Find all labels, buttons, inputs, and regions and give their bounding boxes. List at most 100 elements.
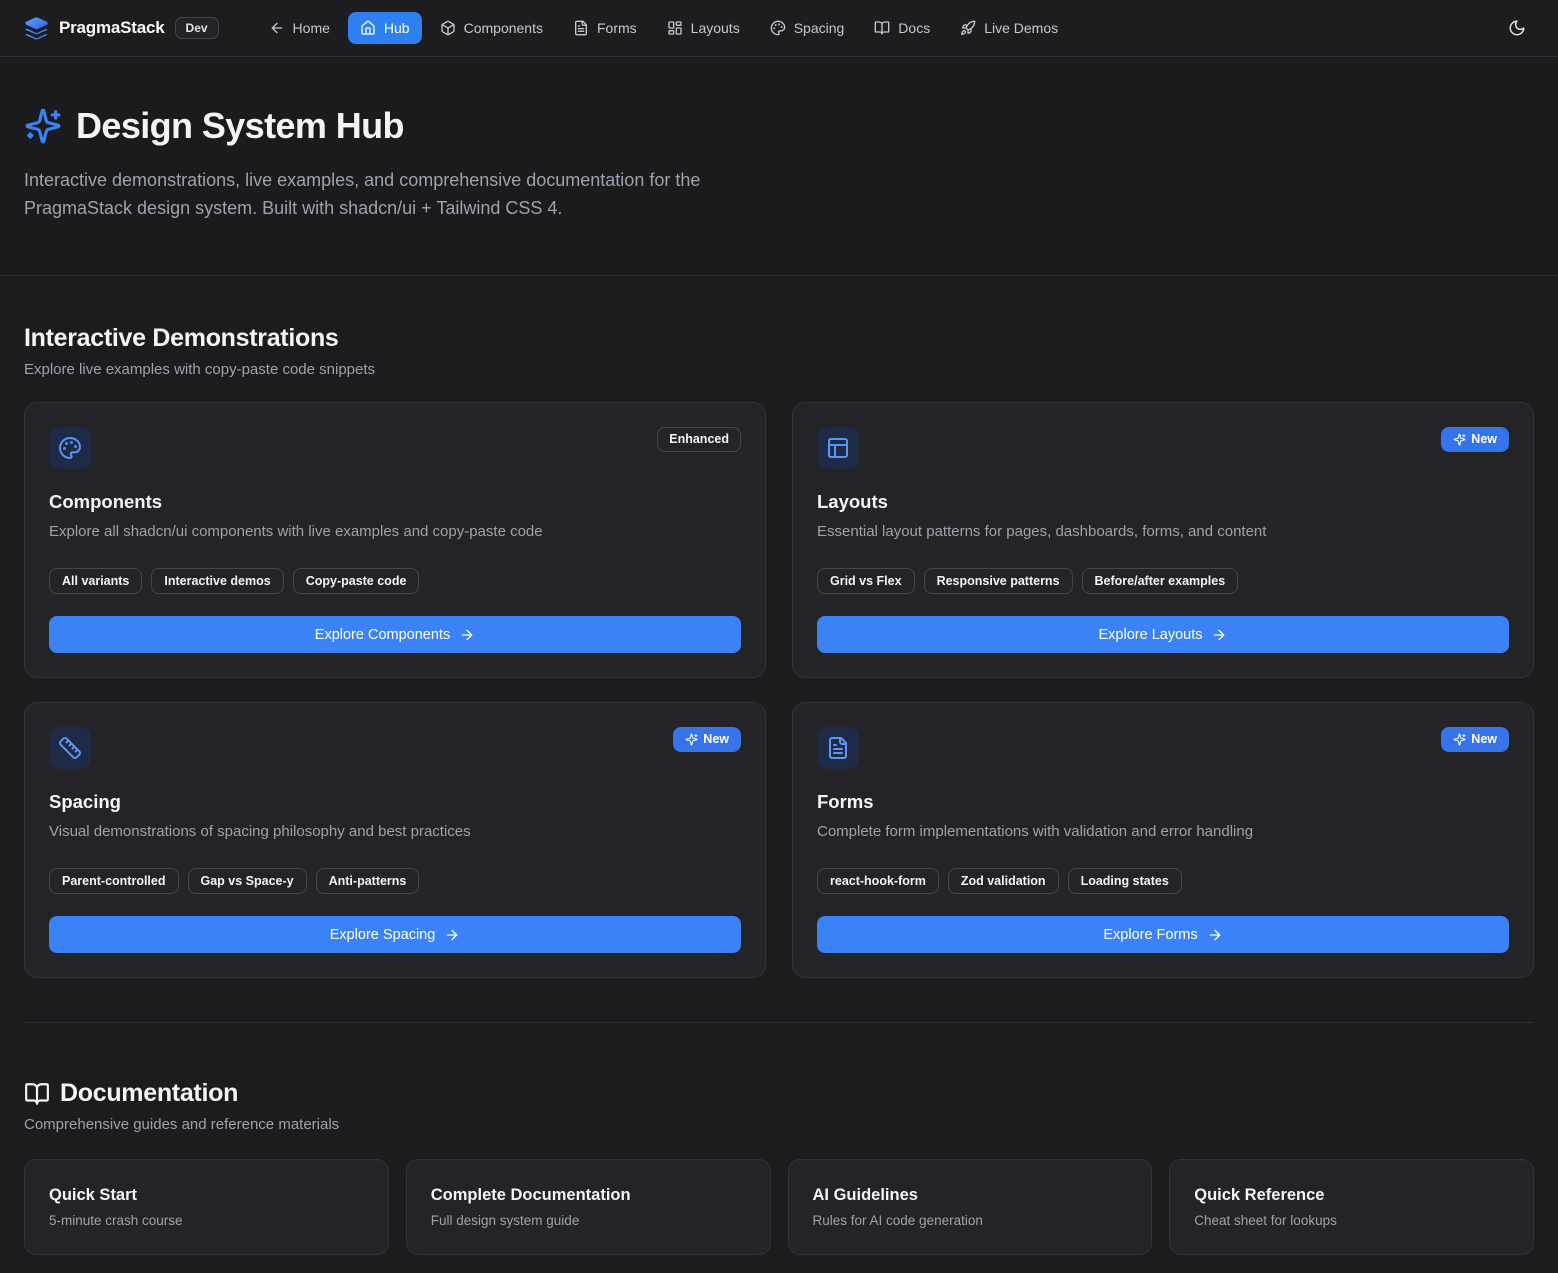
card-tags: Grid vs Flex Responsive patterns Before/… (817, 568, 1509, 594)
demo-card-grid: Enhanced Components Explore all shadcn/u… (24, 402, 1534, 979)
doc-card-description: 5-minute crash course (49, 1213, 364, 1228)
tag: Before/after examples (1082, 568, 1239, 594)
card-description: Visual demonstrations of spacing philoso… (49, 821, 741, 842)
arrow-left-icon (269, 20, 285, 36)
badge-label: New (703, 732, 729, 747)
doc-card-title: Quick Start (49, 1186, 364, 1205)
demos-subheading: Explore live examples with copy-paste co… (24, 361, 1534, 378)
nav-item-docs[interactable]: Docs (862, 12, 942, 44)
explore-forms-button[interactable]: Explore Forms (817, 916, 1509, 953)
cta-label: Explore Forms (1103, 927, 1197, 943)
docs-section: Documentation Comprehensive guides and r… (24, 1079, 1534, 1255)
card-title: Components (49, 491, 741, 513)
theme-toggle-button[interactable] (1500, 11, 1534, 45)
nav-label: Layouts (691, 21, 740, 35)
components-card: Enhanced Components Explore all shadcn/u… (24, 402, 766, 678)
nav-label: Components (464, 21, 543, 35)
card-tags: All variants Interactive demos Copy-past… (49, 568, 741, 594)
sparkles-icon (1453, 733, 1466, 746)
cta-label: Explore Components (315, 627, 450, 643)
explore-components-button[interactable]: Explore Components (49, 616, 741, 653)
layouts-icon-tile (817, 427, 859, 469)
doc-card-description: Cheat sheet for lookups (1194, 1213, 1509, 1228)
nav-label: Docs (898, 21, 930, 35)
tag: Responsive patterns (924, 568, 1073, 594)
card-description: Complete form implementations with valid… (817, 821, 1509, 842)
demos-section: Interactive Demonstrations Explore live … (24, 324, 1534, 979)
tag: Loading states (1068, 868, 1182, 894)
badge-label: New (1471, 432, 1497, 447)
nav-label: Hub (384, 21, 410, 35)
cta-label: Explore Spacing (330, 927, 436, 943)
nav-item-home[interactable]: Home (257, 12, 342, 44)
ruler-icon (58, 736, 82, 760)
hero-description: Interactive demonstrations, live example… (24, 167, 769, 223)
components-icon-tile (49, 427, 91, 469)
tag: react-hook-form (817, 868, 939, 894)
explore-spacing-button[interactable]: Explore Spacing (49, 916, 741, 953)
card-title: Layouts (817, 491, 1509, 513)
doc-card-title: AI Guidelines (813, 1186, 1128, 1205)
demos-heading: Interactive Demonstrations (24, 324, 1534, 353)
new-badge: New (673, 727, 741, 752)
docs-heading: Documentation (24, 1079, 1534, 1108)
nav-item-hub[interactable]: Hub (348, 12, 422, 44)
layers-logo-icon (24, 16, 49, 41)
card-tags: Parent-controlled Gap vs Space-y Anti-pa… (49, 868, 741, 894)
hero-section: Design System Hub Interactive demonstrat… (0, 57, 1558, 276)
sparkles-icon (685, 733, 698, 746)
nav-label: Home (293, 21, 330, 35)
main-nav: Home Hub Components Forms Layouts Spacin… (257, 12, 1071, 44)
book-open-icon (874, 20, 890, 36)
doc-card-title: Quick Reference (1194, 1186, 1509, 1205)
card-title: Forms (817, 791, 1509, 813)
brand-name: PragmaStack (59, 18, 165, 38)
layouts-card: New Layouts Essential layout patterns fo… (792, 402, 1534, 678)
doc-card-description: Full design system guide (431, 1213, 746, 1228)
nav-item-layouts[interactable]: Layouts (655, 12, 752, 44)
palette-icon (58, 436, 82, 460)
section-divider (24, 1022, 1534, 1023)
doc-card-description: Rules for AI code generation (813, 1213, 1128, 1228)
sparkles-icon (1453, 433, 1466, 446)
doc-card-ai-guidelines[interactable]: AI Guidelines Rules for AI code generati… (788, 1159, 1153, 1255)
file-text-icon (826, 736, 850, 760)
box-icon (440, 20, 456, 36)
sparkles-icon (24, 107, 62, 145)
nav-label: Spacing (794, 21, 845, 35)
rocket-icon (960, 20, 976, 36)
top-navbar: PragmaStack Dev Home Hub Components Form… (0, 0, 1558, 57)
arrow-right-icon (1211, 627, 1227, 643)
nav-item-spacing[interactable]: Spacing (758, 12, 857, 44)
tag: All variants (49, 568, 142, 594)
nav-item-components[interactable]: Components (428, 12, 555, 44)
tag: Grid vs Flex (817, 568, 915, 594)
spacing-card: New Spacing Visual demonstrations of spa… (24, 702, 766, 978)
nav-item-forms[interactable]: Forms (561, 12, 649, 44)
file-text-icon (573, 20, 589, 36)
book-open-icon (24, 1081, 50, 1107)
tag: Parent-controlled (49, 868, 179, 894)
tag: Gap vs Space-y (188, 868, 307, 894)
brand[interactable]: PragmaStack Dev (24, 16, 219, 41)
docs-heading-label: Documentation (60, 1079, 238, 1108)
new-badge: New (1441, 427, 1509, 452)
docs-card-grid: Quick Start 5-minute crash course Comple… (24, 1159, 1534, 1255)
card-description: Explore all shadcn/ui components with li… (49, 521, 741, 542)
doc-card-quick-reference[interactable]: Quick Reference Cheat sheet for lookups (1169, 1159, 1534, 1255)
tag: Anti-patterns (316, 868, 420, 894)
explore-layouts-button[interactable]: Explore Layouts (817, 616, 1509, 653)
doc-card-complete-documentation[interactable]: Complete Documentation Full design syste… (406, 1159, 771, 1255)
layout-dashboard-icon (667, 20, 683, 36)
palette-icon (770, 20, 786, 36)
panels-top-left-icon (826, 436, 850, 460)
tag: Copy-paste code (293, 568, 420, 594)
cta-label: Explore Layouts (1099, 627, 1203, 643)
new-badge: New (1441, 727, 1509, 752)
doc-card-quick-start[interactable]: Quick Start 5-minute crash course (24, 1159, 389, 1255)
main-content: Interactive Demonstrations Explore live … (0, 276, 1558, 1273)
nav-label: Live Demos (984, 21, 1058, 35)
badge-label: New (1471, 732, 1497, 747)
nav-item-live-demos[interactable]: Live Demos (948, 12, 1070, 44)
doc-card-title: Complete Documentation (431, 1186, 746, 1205)
